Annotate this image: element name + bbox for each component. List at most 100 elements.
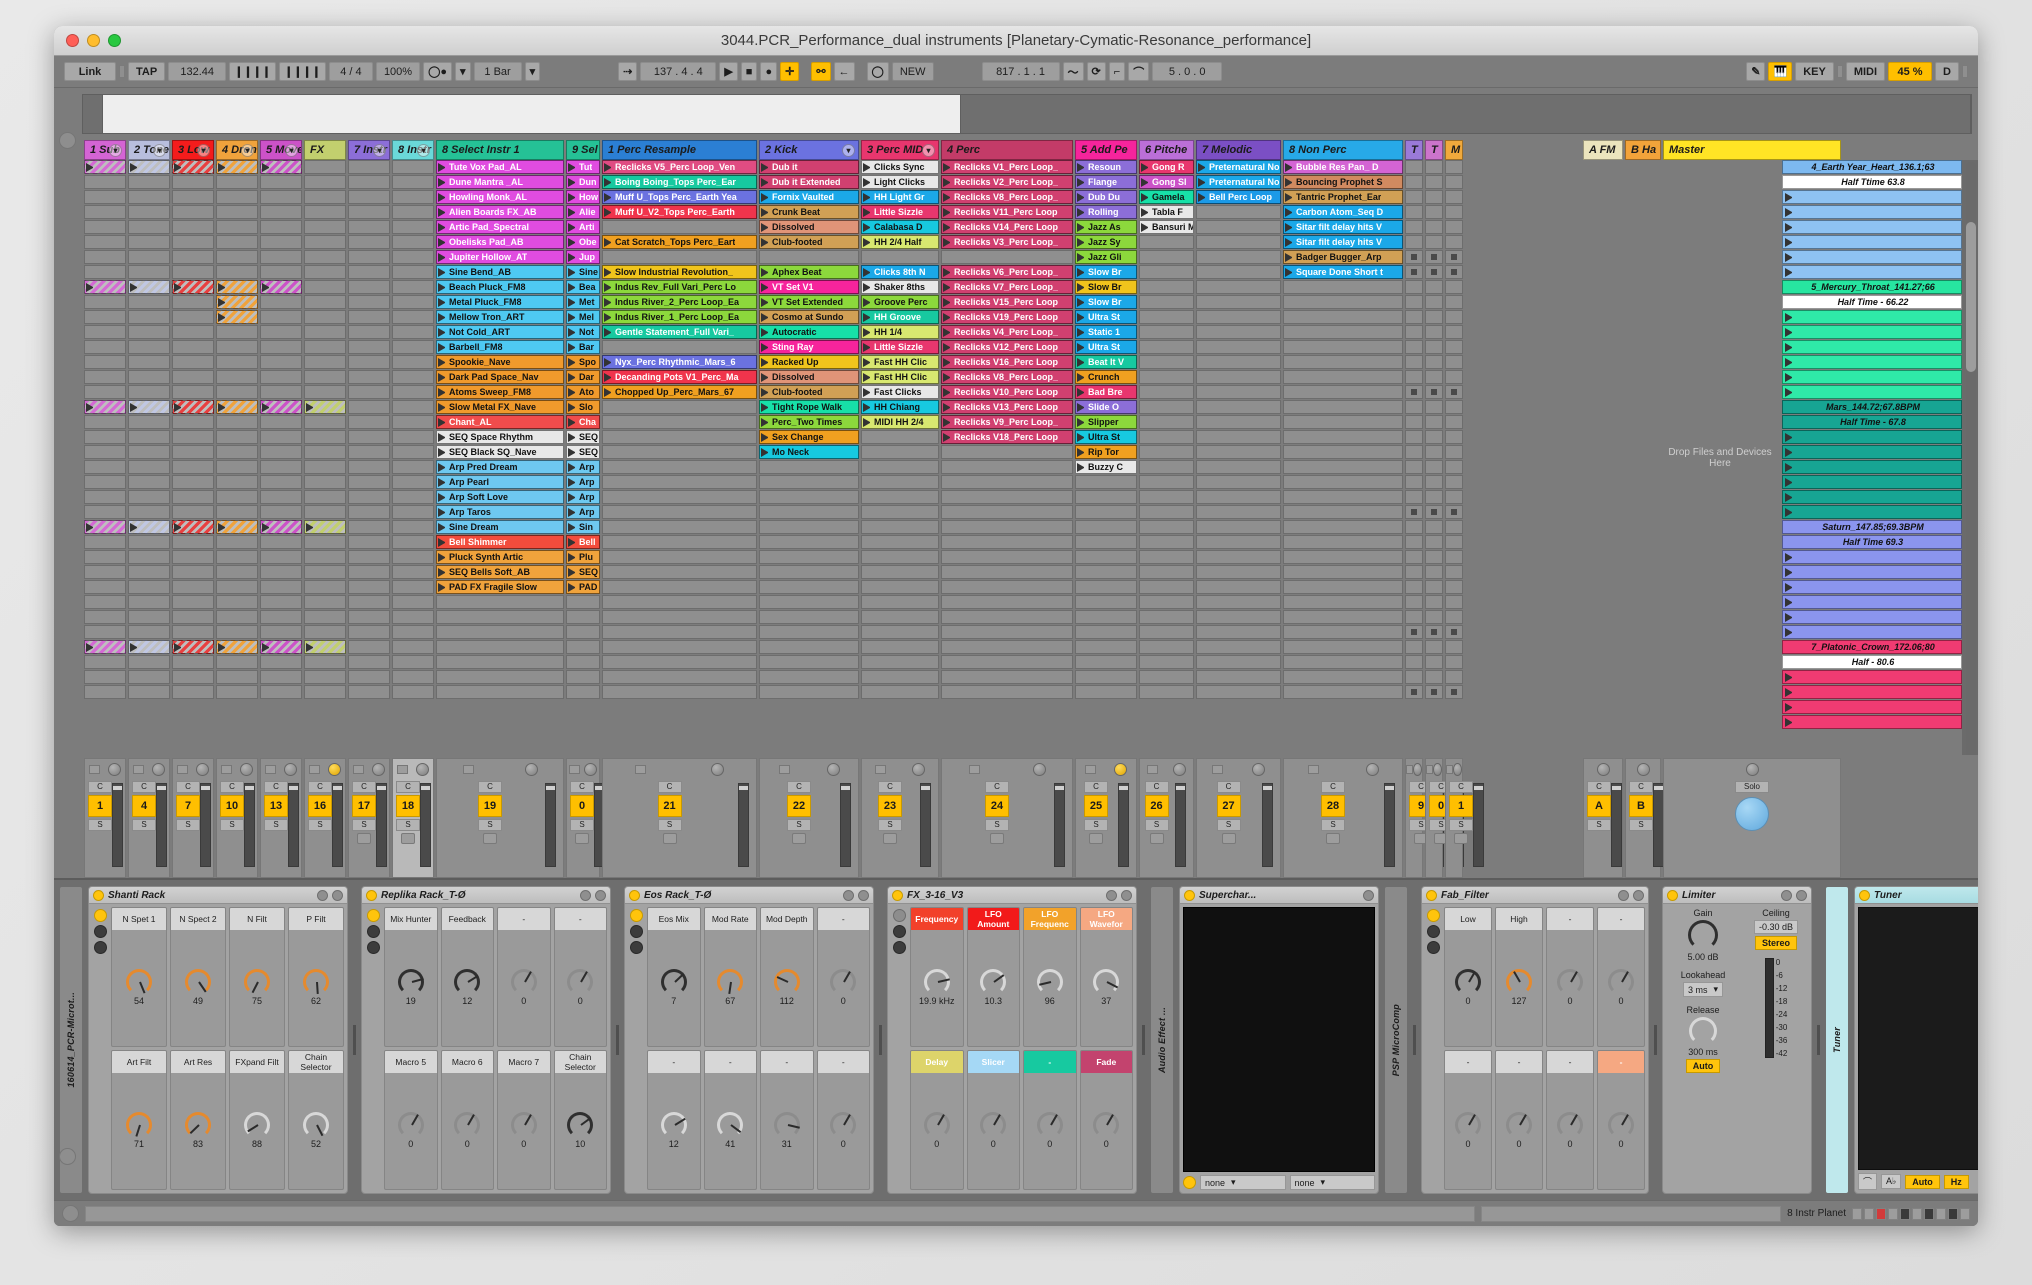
- clip-slot-filled[interactable]: Slow Metal FX_Nave: [436, 400, 564, 414]
- clip-slot-empty[interactable]: [392, 250, 434, 264]
- pan-knob[interactable]: [1453, 762, 1462, 776]
- show-track-title-button[interactable]: [59, 132, 76, 149]
- stop-clip-button[interactable]: [1425, 340, 1443, 354]
- solo-button[interactable]: S: [985, 819, 1009, 831]
- clip-slot-empty[interactable]: [1139, 685, 1194, 699]
- volume-fader[interactable]: [1174, 783, 1186, 867]
- clip-slot-empty[interactable]: [1283, 595, 1403, 609]
- clip-slot-empty[interactable]: [84, 355, 126, 369]
- clip-play-icon[interactable]: [863, 417, 872, 427]
- psp-microcomp-rail[interactable]: PSP MicroComp: [1384, 886, 1408, 1194]
- clip-slot-empty[interactable]: [392, 325, 434, 339]
- clip-play-icon[interactable]: [863, 222, 872, 232]
- midi-overdub-toggle[interactable]: ◯●: [423, 62, 453, 81]
- clip-slot-empty[interactable]: [602, 655, 757, 669]
- scene-play-icon[interactable]: [1785, 702, 1794, 712]
- stop-clip-button[interactable]: [1405, 235, 1423, 249]
- scene-slot-empty[interactable]: [1782, 340, 1962, 354]
- clip-slot-filled[interactable]: Decanding Pots V1_Perc_Ma: [602, 370, 757, 384]
- clip-slot-empty[interactable]: [304, 475, 346, 489]
- clip-slot-empty[interactable]: [84, 685, 126, 699]
- clip-slot-filled[interactable]: [128, 520, 170, 534]
- scene-slot-empty[interactable]: [1782, 235, 1962, 249]
- clip-slot-empty[interactable]: [172, 655, 214, 669]
- pan-knob[interactable]: [826, 762, 840, 776]
- track-fold-chevron-icon[interactable]: ▾: [842, 144, 855, 157]
- clip-slot-empty[interactable]: [861, 685, 939, 699]
- scene-launch-4-0[interactable]: 7_Platonic_Crown_172.06;80: [1782, 640, 1962, 654]
- macro-knob[interactable]: [244, 1111, 270, 1138]
- clip-play-icon[interactable]: [761, 282, 770, 292]
- clip-slot-empty[interactable]: [84, 190, 126, 204]
- macro-knob[interactable]: [454, 968, 481, 995]
- clip-slot-empty[interactable]: [304, 490, 346, 504]
- clip-play-icon[interactable]: [1077, 222, 1086, 232]
- mixer-strip-8[interactable]: C 18 S: [392, 758, 434, 878]
- clip-slot-empty[interactable]: [260, 595, 302, 609]
- macro-knob[interactable]: [567, 1111, 594, 1138]
- scene-slot-empty[interactable]: [1782, 250, 1962, 264]
- limiter-ceiling-value[interactable]: -0.30 dB: [1753, 920, 1799, 934]
- device-save-icon[interactable]: [595, 889, 606, 901]
- stop-clip-button[interactable]: [1445, 160, 1463, 174]
- track-activator-number[interactable]: 7: [176, 795, 200, 817]
- clip-slot-empty[interactable]: [172, 250, 214, 264]
- macro-control-2[interactable]: Feedback 12: [440, 907, 494, 1047]
- stop-clip-button[interactable]: [1405, 625, 1423, 639]
- clip-play-icon[interactable]: [604, 177, 613, 187]
- clip-slot-empty[interactable]: [1196, 640, 1281, 654]
- clip-slot-empty[interactable]: [1139, 430, 1194, 444]
- clip-slot-empty[interactable]: [1283, 445, 1403, 459]
- clip-play-icon[interactable]: [1077, 252, 1086, 262]
- pan-knob[interactable]: [1172, 762, 1186, 776]
- clip-slot-empty[interactable]: [172, 385, 214, 399]
- clip-slot-filled[interactable]: Dar: [566, 370, 600, 384]
- stop-clip-button[interactable]: [1445, 460, 1463, 474]
- clip-slot-empty[interactable]: [941, 565, 1073, 579]
- clip-slot-empty[interactable]: [941, 505, 1073, 519]
- solo-button[interactable]: S: [1587, 819, 1611, 831]
- clip-slot-empty[interactable]: [941, 640, 1073, 654]
- clip-play-icon[interactable]: [761, 417, 770, 427]
- stop-clip-button[interactable]: [1405, 655, 1423, 669]
- clip-play-icon[interactable]: [218, 312, 227, 322]
- clip-play-icon[interactable]: [1077, 312, 1086, 322]
- macro-knob[interactable]: [185, 1111, 211, 1138]
- clip-slot-empty[interactable]: [304, 250, 346, 264]
- clip-play-icon[interactable]: [943, 192, 952, 202]
- clip-play-icon[interactable]: [943, 297, 952, 307]
- clip-slot-empty[interactable]: [348, 175, 390, 189]
- clip-slot-empty[interactable]: [392, 670, 434, 684]
- track-activator-number[interactable]: 21: [657, 795, 682, 817]
- clip-slot-empty[interactable]: [1196, 670, 1281, 684]
- clip-play-icon[interactable]: [943, 372, 952, 382]
- clip-slot-filled[interactable]: Preternatural No: [1196, 175, 1281, 189]
- clip-slot-empty[interactable]: [260, 220, 302, 234]
- clip-slot-filled[interactable]: Pluck Synth Artic: [436, 550, 564, 564]
- stop-button[interactable]: ■: [740, 62, 758, 81]
- clip-slot-empty[interactable]: [1283, 310, 1403, 324]
- quantization-select[interactable]: 1 Bar: [473, 62, 522, 81]
- solo-button[interactable]: S: [657, 819, 682, 831]
- clip-slot-filled[interactable]: Reclicks V13_Perc Loop: [941, 400, 1073, 414]
- track-header-2[interactable]: 2 Tone ▾: [128, 140, 170, 160]
- device-eos-rack[interactable]: Eos Rack_T-Ø Eos Mix 7 Mod Rate 67 Mod Depth…: [624, 886, 874, 1194]
- clip-slot-empty[interactable]: [216, 175, 258, 189]
- clip-slot-empty[interactable]: [1283, 655, 1403, 669]
- clip-slot-empty[interactable]: [172, 310, 214, 324]
- clip-slot-empty[interactable]: [260, 325, 302, 339]
- clip-play-icon[interactable]: [218, 297, 227, 307]
- clip-slot-empty[interactable]: [304, 445, 346, 459]
- clip-play-icon[interactable]: [438, 477, 447, 487]
- clip-slot-empty[interactable]: [260, 355, 302, 369]
- clip-slot-empty[interactable]: [128, 580, 170, 594]
- track-activator-button[interactable]: [1211, 764, 1223, 774]
- stop-clip-button[interactable]: [1425, 385, 1443, 399]
- clip-slot-filled[interactable]: Arp: [566, 460, 600, 474]
- crossfade-assign-button[interactable]: C: [478, 781, 502, 793]
- clip-slot-filled[interactable]: Jazz Sy: [1075, 235, 1137, 249]
- mixer-strip-10[interactable]: C0S: [566, 758, 605, 878]
- clip-slot-empty[interactable]: [84, 205, 126, 219]
- macro-knob[interactable]: [1506, 968, 1532, 995]
- scene-play-icon[interactable]: [1785, 252, 1794, 262]
